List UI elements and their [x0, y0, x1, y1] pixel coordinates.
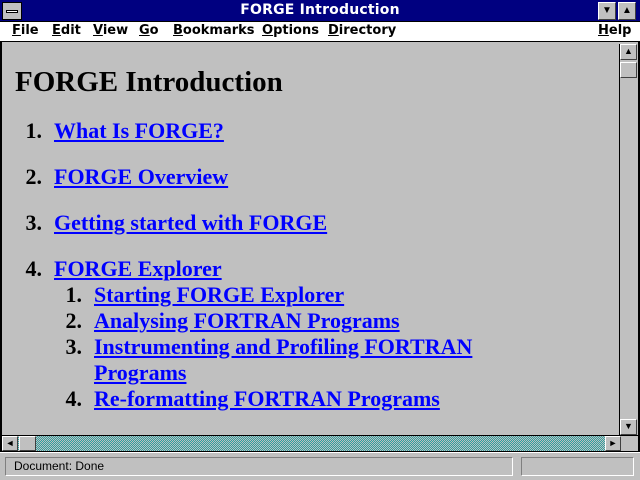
- menu-mnemonic: G: [139, 23, 150, 38]
- title-bar: FORGE Introduction ▼ ▲: [0, 0, 640, 22]
- menu-label-rest: elp: [608, 23, 632, 38]
- toc-number: 2.: [25, 164, 43, 189]
- menu-mnemonic: O: [262, 23, 274, 38]
- toc-link-getting-started[interactable]: Getting started with FORGE: [54, 210, 327, 236]
- menu-go[interactable]: Go: [139, 23, 159, 38]
- menu-label-rest: irectory: [338, 23, 397, 38]
- menu-label-rest: ptions: [273, 23, 319, 38]
- menu-options[interactable]: Options: [262, 23, 319, 38]
- menu-mnemonic: H: [598, 23, 609, 38]
- toc-link-forge-overview[interactable]: FORGE Overview: [54, 164, 228, 190]
- toc-subnumber: 3.: [65, 334, 83, 359]
- menu-bookmarks[interactable]: Bookmarks: [173, 23, 255, 38]
- toc-subnumber: 2.: [65, 308, 83, 333]
- scrollbar-corner: [621, 435, 638, 452]
- toc-subnumber: 4.: [65, 386, 83, 411]
- maximize-button[interactable]: ▲: [618, 2, 636, 20]
- status-progress-box: [521, 457, 634, 476]
- toc-link-starting-explorer[interactable]: Starting FORGE Explorer: [94, 282, 344, 308]
- toc-link-reformatting-fortran[interactable]: Re-formatting FORTRAN Programs: [94, 386, 440, 412]
- menu-mnemonic: F: [12, 23, 21, 38]
- toc-link-analysing-fortran[interactable]: Analysing FORTRAN Programs: [94, 308, 400, 334]
- menu-directory[interactable]: Directory: [328, 23, 396, 38]
- menu-mnemonic: E: [52, 23, 61, 38]
- menu-edit[interactable]: Edit: [52, 23, 81, 38]
- vertical-scroll-thumb[interactable]: [620, 62, 637, 78]
- minimize-button[interactable]: ▼: [598, 2, 616, 20]
- toc-link-instrumenting-profiling[interactable]: Instrumenting and Profiling FORTRAN: [94, 334, 472, 360]
- menu-mnemonic: V: [93, 23, 103, 38]
- toc-subnumber: 1.: [65, 282, 83, 307]
- menu-label-rest: o: [149, 23, 159, 38]
- scroll-right-button[interactable]: ►: [605, 436, 621, 451]
- menu-bar: File Edit View Go Bookmarks Options Dire…: [0, 22, 640, 42]
- menu-label-rest: dit: [60, 23, 81, 38]
- toc-link-forge-explorer[interactable]: FORGE Explorer: [54, 256, 222, 282]
- toc-link-what-is-forge[interactable]: What Is FORGE?: [54, 118, 224, 144]
- toc-number: 3.: [25, 210, 43, 235]
- status-bar: Document: Done: [0, 452, 640, 480]
- scroll-down-button[interactable]: ▼: [620, 419, 637, 435]
- horizontal-scroll-thumb[interactable]: [19, 436, 36, 451]
- status-text: Document: Done: [5, 457, 513, 476]
- toc-number: 4.: [25, 256, 43, 281]
- toc-number: 1.: [25, 118, 43, 143]
- horizontal-scrollbar[interactable]: ◄ ►: [2, 435, 621, 452]
- menu-label-rest: ile: [20, 23, 39, 38]
- menu-mnemonic: D: [328, 23, 339, 38]
- vertical-scrollbar[interactable]: ▲ ▼: [619, 44, 638, 435]
- document-view: FORGE Introduction 1. What Is FORGE? 2. …: [2, 44, 619, 435]
- menu-help[interactable]: Help: [598, 23, 631, 38]
- menu-label-rest: ookmarks: [182, 23, 255, 38]
- window-title: FORGE Introduction: [240, 2, 400, 18]
- scroll-up-button[interactable]: ▲: [620, 44, 637, 60]
- menu-label-rest: iew: [102, 23, 129, 38]
- menu-file[interactable]: File: [12, 23, 39, 38]
- page-title: FORGE Introduction: [15, 66, 283, 98]
- scroll-left-button[interactable]: ◄: [2, 436, 18, 451]
- toc-link-instrumenting-profiling-cont[interactable]: Programs: [94, 360, 186, 386]
- menu-mnemonic: B: [173, 23, 183, 38]
- menu-view[interactable]: View: [93, 23, 128, 38]
